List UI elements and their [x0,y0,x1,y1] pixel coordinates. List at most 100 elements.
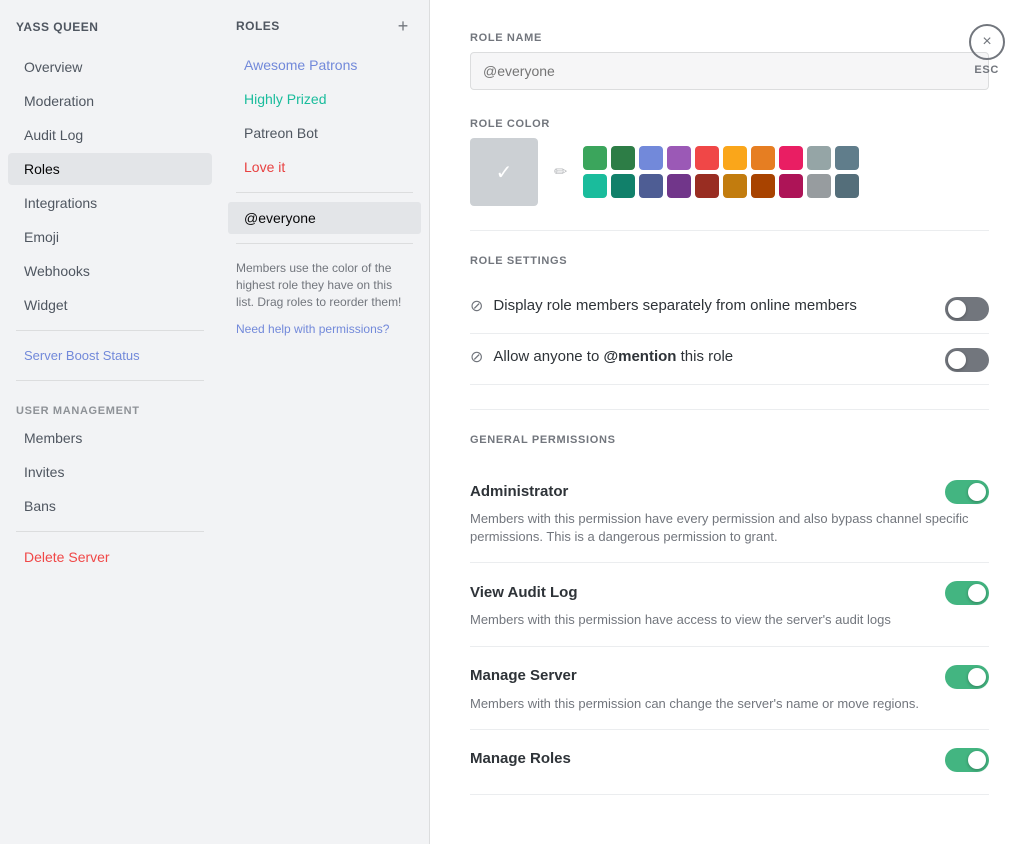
toggle-slider-manage-server [945,665,989,689]
color-swatch[interactable] [723,174,747,198]
toggle-slider-manage-roles [945,748,989,772]
color-swatch[interactable] [779,146,803,170]
color-swatches [583,146,859,198]
roles-panel-header: ROLES + [220,16,429,48]
setting-content-mention: ⊘ Allow anyone to @mention this role [470,346,945,367]
toggle-administrator[interactable] [945,480,989,504]
role-item-everyone[interactable]: @everyone [228,202,421,234]
sidebar-item-bans[interactable]: Bans [8,490,212,522]
eyedropper-icon[interactable]: ✏ [554,162,567,182]
role-item-love-it[interactable]: Love it [228,151,421,183]
color-swatch[interactable] [807,146,831,170]
sidebar-item-widget[interactable]: Widget [8,289,212,321]
setting-row-allow-mention: ⊘ Allow anyone to @mention this role [470,334,989,385]
permission-row-manage-roles: Manage Roles [470,730,989,795]
sidebar-item-roles[interactable]: Roles [8,153,212,185]
permission-name-view-audit-log: View Audit Log [470,584,578,601]
sidebar-item-boost[interactable]: Server Boost Status [8,340,212,371]
color-swatch[interactable] [611,146,635,170]
selected-color-swatch[interactable]: ✓ [470,138,538,206]
permission-name-administrator: Administrator [470,483,568,500]
color-swatch[interactable] [751,174,775,198]
color-swatch[interactable] [639,174,663,198]
user-management-label: USER MANAGEMENT [0,389,220,421]
permission-row-top-audit: View Audit Log [470,579,989,605]
close-button[interactable]: × [969,24,1005,60]
permission-row-top-manage-server: Manage Server [470,663,989,689]
color-swatch[interactable] [611,174,635,198]
sidebar-item-overview[interactable]: Overview [8,51,212,83]
setting-title-mention: Allow anyone to @mention this role [493,346,733,367]
setting-content-display: ⊘ Display role members separately from o… [470,295,945,316]
color-swatch[interactable] [695,174,719,198]
toggle-manage-server[interactable] [945,665,989,689]
no-entry-icon-2: ⊘ [470,347,483,367]
permission-row-top-admin: Administrator [470,478,989,504]
sidebar-item-emoji[interactable]: Emoji [8,221,212,253]
general-permissions-label: GENERAL PERMISSIONS [470,434,989,446]
permission-row-administrator: Administrator Members with this permissi… [470,462,989,563]
roles-help-text: Members use the color of the highest rol… [220,252,429,318]
permission-name-manage-server: Manage Server [470,667,577,684]
permission-name-manage-roles: Manage Roles [470,750,571,767]
permission-desc-administrator: Members with this permission have every … [470,510,989,546]
color-swatch[interactable] [807,174,831,198]
mention-title-prefix: Allow anyone to [493,348,603,365]
role-name-input[interactable] [470,52,989,90]
sidebar-item-invites[interactable]: Invites [8,456,212,488]
toggle-slider-audit-log [945,581,989,605]
settings-sidebar: YASS QUEEN Overview Moderation Audit Log… [0,0,220,844]
color-swatch[interactable] [639,146,663,170]
toggle-slider-administrator [945,480,989,504]
color-row-2 [583,174,859,198]
sidebar-divider-2 [16,380,204,381]
esc-label: ESC [974,64,999,76]
color-picker-row: ✓ ✏ [470,138,989,206]
role-item-awesome-patrons[interactable]: Awesome Patrons [228,49,421,81]
sidebar-item-integrations[interactable]: Integrations [8,187,212,219]
color-swatch[interactable] [751,146,775,170]
color-swatch[interactable] [667,174,691,198]
color-swatch[interactable] [835,146,859,170]
divider-after-color [470,230,989,231]
role-item-highly-prized[interactable]: Highly Prized [228,83,421,115]
no-entry-icon: ⊘ [470,296,483,316]
color-swatch[interactable] [835,174,859,198]
toggle-slider-display [945,297,989,321]
mention-title-suffix: this role [676,348,733,365]
permission-row-top-manage-roles: Manage Roles [470,746,989,772]
roles-panel: ROLES + Awesome Patrons Highly Prized Pa… [220,0,430,844]
permission-row-manage-server: Manage Server Members with this permissi… [470,647,989,730]
setting-title-display: Display role members separately from onl… [493,295,856,316]
sidebar-divider-3 [16,531,204,532]
toggle-display-separately[interactable] [945,297,989,321]
roles-panel-title: ROLES [236,19,280,33]
color-swatch[interactable] [695,146,719,170]
main-content: × ESC ROLE NAME ROLE COLOR ✓ ✏ [430,0,1029,844]
role-color-label: ROLE COLOR [470,118,989,130]
color-swatch[interactable] [723,146,747,170]
role-item-patreon-bot[interactable]: Patreon Bot [228,117,421,149]
color-swatch[interactable] [583,146,607,170]
roles-divider-2 [236,243,413,244]
toggle-view-audit-log[interactable] [945,581,989,605]
sidebar-item-moderation[interactable]: Moderation [8,85,212,117]
sidebar-item-members[interactable]: Members [8,422,212,454]
permission-row-view-audit-log: View Audit Log Members with this permiss… [470,563,989,646]
toggle-allow-mention[interactable] [945,348,989,372]
sidebar-item-delete-server[interactable]: Delete Server [8,541,212,573]
sidebar-item-webhooks[interactable]: Webhooks [8,255,212,287]
roles-help-link[interactable]: Need help with permissions? [220,318,429,340]
server-name: YASS QUEEN [0,20,220,50]
role-name-label: ROLE NAME [470,32,989,44]
divider-after-settings [470,409,989,410]
color-swatch[interactable] [779,174,803,198]
toggle-manage-roles[interactable] [945,748,989,772]
sidebar-item-audit-log[interactable]: Audit Log [8,119,212,151]
permission-desc-manage-server: Members with this permission can change … [470,695,989,713]
color-swatch[interactable] [667,146,691,170]
add-role-button[interactable]: + [393,16,413,36]
color-swatch[interactable] [583,174,607,198]
color-row-1 [583,146,859,170]
role-settings-section: ROLE SETTINGS ⊘ Display role members sep… [470,255,989,385]
